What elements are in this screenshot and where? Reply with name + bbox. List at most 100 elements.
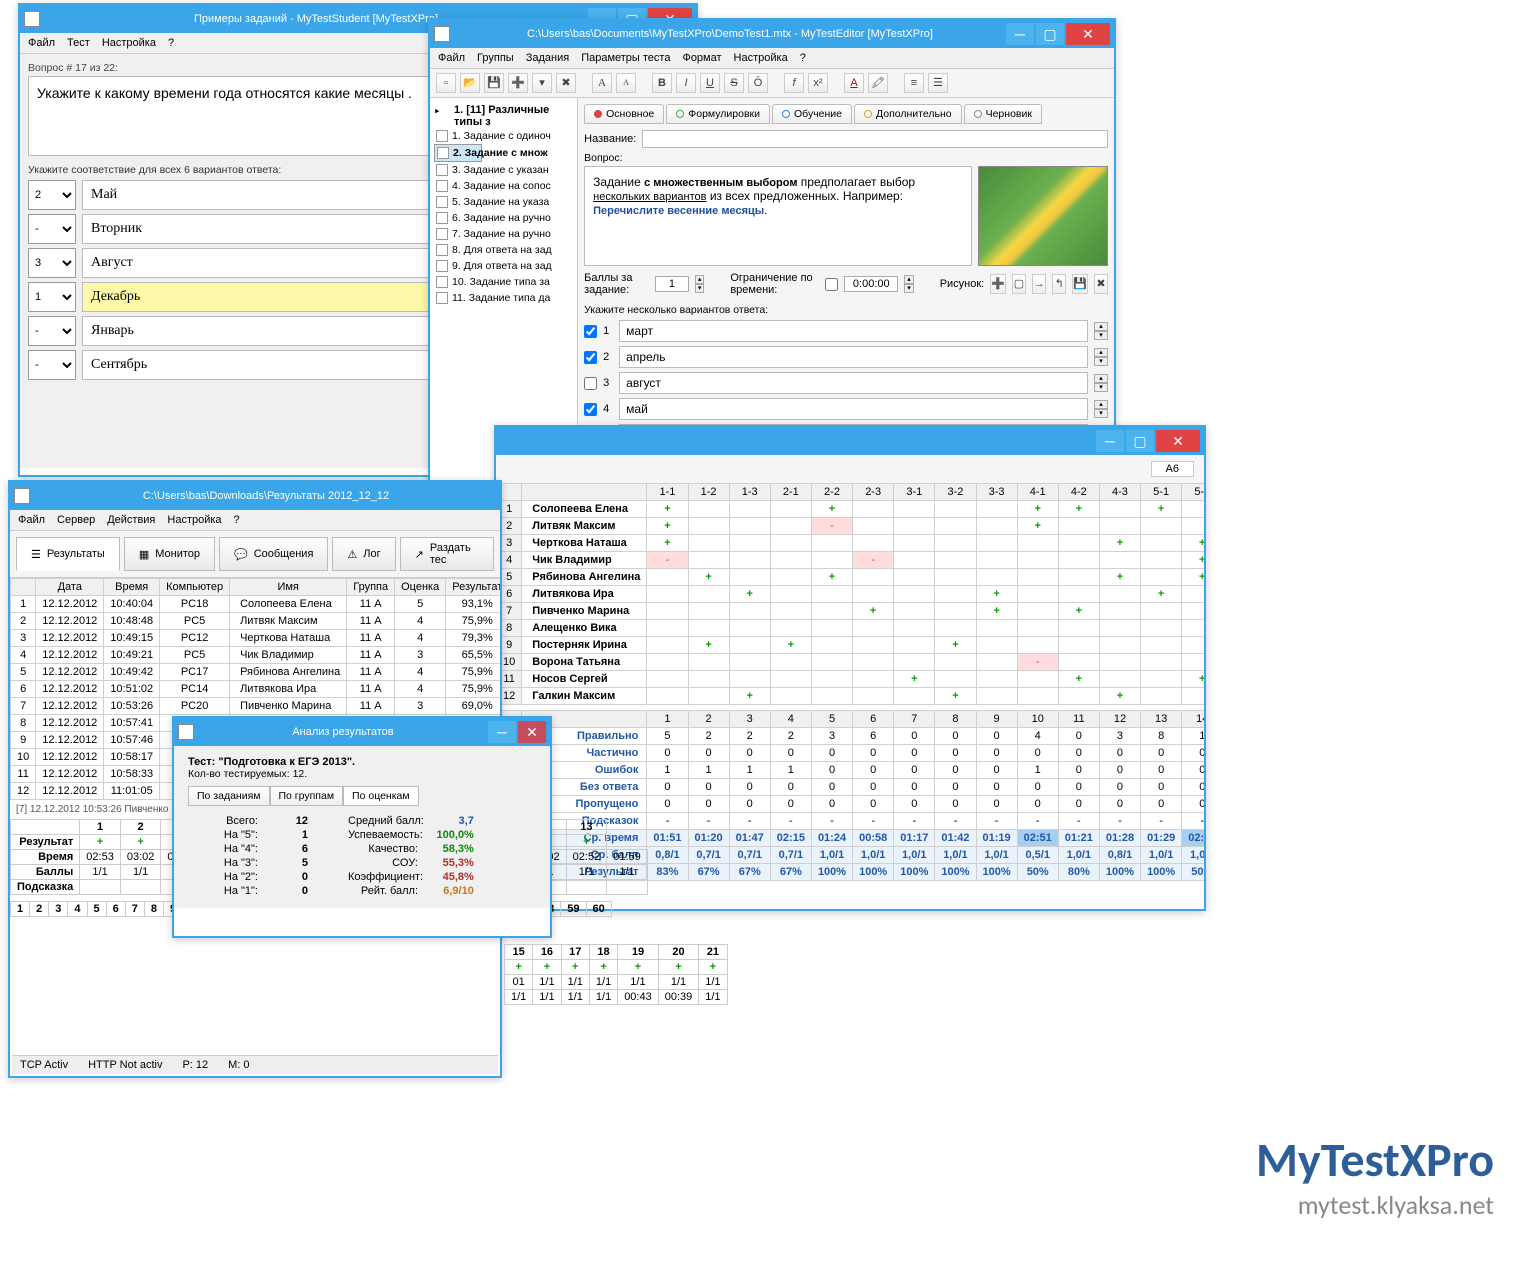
highlight-icon[interactable]: 🖍 [868, 73, 888, 93]
font-smaller-icon[interactable]: A [616, 73, 636, 93]
table-cell[interactable]: 10:57:46 [104, 732, 160, 749]
menu-item[interactable]: Настройка [102, 37, 156, 49]
menu-item[interactable]: Файл [438, 52, 465, 64]
table-cell[interactable]: 4 [11, 647, 36, 664]
spin-down-icon[interactable]: ▾ [1094, 409, 1108, 418]
table-cell[interactable]: PC5 [160, 613, 230, 630]
table-cell[interactable]: 12.12.2012 [36, 681, 104, 698]
editor-titlebar[interactable]: C:\Users\bas\Documents\MyTestXPro\DemoTe… [430, 20, 1114, 48]
answer-text[interactable]: август [619, 372, 1088, 394]
results-titlebar[interactable]: C:\Users\bas\Downloads\Результаты 2012_1… [10, 482, 500, 510]
underline-icon[interactable]: U [700, 73, 720, 93]
spin-up-icon[interactable]: ▴ [1094, 374, 1108, 383]
answer-text[interactable]: май [619, 398, 1088, 420]
table-cell[interactable]: 12.12.2012 [36, 630, 104, 647]
table-cell[interactable]: Литвякова Ира [230, 681, 347, 698]
close-button[interactable]: ✕ [518, 721, 546, 743]
table-cell[interactable]: 93,1% [446, 596, 500, 613]
answer-text[interactable]: март [619, 320, 1088, 342]
table-cell[interactable]: 75,9% [446, 681, 500, 698]
match-select[interactable]: 3 [28, 248, 76, 278]
analysis-subtab[interactable]: По заданиям [188, 786, 270, 806]
spin-down-icon[interactable]: ▾ [1094, 383, 1108, 392]
dropdown-icon[interactable]: ▾ [532, 73, 552, 93]
col-header[interactable]: Время [104, 579, 160, 596]
font-bigger-icon[interactable]: A [592, 73, 612, 93]
menu-item[interactable]: Тест [67, 37, 90, 49]
minimize-button[interactable]: ─ [488, 721, 516, 743]
table-cell[interactable]: 10:58:17 [104, 749, 160, 766]
table-cell[interactable]: 12.12.2012 [36, 698, 104, 715]
tree-item[interactable]: 2. Задание с множ [434, 144, 482, 162]
question-image[interactable] [978, 166, 1108, 266]
answer-checkbox[interactable] [584, 325, 597, 338]
table-cell[interactable]: 10:48:48 [104, 613, 160, 630]
tree-item[interactable]: 11. Задание типа да [434, 290, 573, 306]
tree-item[interactable]: 10. Задание типа за [434, 274, 573, 290]
match-select[interactable]: - [28, 214, 76, 244]
table-cell[interactable]: 3 [11, 630, 36, 647]
table-cell[interactable]: 4 [395, 630, 446, 647]
table-cell[interactable]: 7 [11, 698, 36, 715]
table-cell[interactable]: PC12 [160, 630, 230, 647]
minimize-button[interactable]: ─ [1006, 23, 1034, 45]
table-cell[interactable]: 5 [395, 596, 446, 613]
table-cell[interactable]: 5 [11, 664, 36, 681]
tree-item[interactable]: 4. Задание на сопос [434, 178, 573, 194]
overline-icon[interactable]: Ō [748, 73, 768, 93]
table-cell[interactable]: PC5 [160, 647, 230, 664]
superscript-icon[interactable]: x² [808, 73, 828, 93]
italic-icon[interactable]: I [676, 73, 696, 93]
close-button[interactable]: ✕ [1066, 23, 1110, 45]
table-cell[interactable]: Чик Владимир [230, 647, 347, 664]
menu-item[interactable]: Действия [107, 514, 155, 526]
table-cell[interactable]: 10:40:04 [104, 596, 160, 613]
table-cell[interactable]: 1 [11, 596, 36, 613]
tree-item[interactable]: 9. Для ответа на зад [434, 258, 573, 274]
spin-up-icon[interactable]: ▴ [1094, 322, 1108, 331]
table-cell[interactable]: 11 А [347, 647, 395, 664]
match-select[interactable]: - [28, 350, 76, 380]
table-cell[interactable]: 9 [11, 732, 36, 749]
match-select[interactable]: 2 [28, 180, 76, 210]
name-input[interactable] [642, 130, 1108, 148]
menu-item[interactable]: Настройка [734, 52, 788, 64]
pic-add-icon[interactable]: ➕ [990, 274, 1006, 294]
table-cell[interactable]: Солопеева Елена [230, 596, 347, 613]
table-cell[interactable]: 10:49:42 [104, 664, 160, 681]
table-cell[interactable]: Литвяк Максим [230, 613, 347, 630]
col-header[interactable]: Имя [230, 579, 347, 596]
list-number-icon[interactable]: ☰ [928, 73, 948, 93]
maximize-button[interactable]: ▢ [1036, 23, 1064, 45]
tree-item[interactable]: 5. Задание на указа [434, 194, 573, 210]
toolbar-button[interactable]: ☰Результаты [16, 537, 120, 571]
answer-checkbox[interactable] [584, 403, 597, 416]
menu-item[interactable]: ? [234, 514, 240, 526]
table-cell[interactable]: 12.12.2012 [36, 715, 104, 732]
analysis-subtab[interactable]: По оценкам [343, 786, 419, 806]
table-cell[interactable]: 4 [395, 681, 446, 698]
spin-up-icon[interactable]: ▴ [1094, 348, 1108, 357]
table-cell[interactable]: 4 [395, 613, 446, 630]
col-header[interactable]: Компьютер [160, 579, 230, 596]
col-header[interactable] [11, 579, 36, 596]
matrix-titlebar[interactable]: ─ ▢ ✕ [496, 427, 1204, 455]
table-cell[interactable]: 12.12.2012 [36, 732, 104, 749]
col-header[interactable]: Дата [36, 579, 104, 596]
table-cell[interactable]: 79,3% [446, 630, 500, 647]
table-cell[interactable]: 11 А [347, 596, 395, 613]
table-cell[interactable]: 11 А [347, 613, 395, 630]
delete-icon[interactable]: ✖ [556, 73, 576, 93]
table-cell[interactable]: 10:49:15 [104, 630, 160, 647]
close-button[interactable]: ✕ [1156, 430, 1200, 452]
table-cell[interactable]: 10:49:21 [104, 647, 160, 664]
col-header[interactable]: Оценка [395, 579, 446, 596]
answer-text[interactable]: апрель [619, 346, 1088, 368]
spin-up-icon[interactable]: ▴ [1094, 400, 1108, 409]
spin-down-icon[interactable]: ▾ [1094, 357, 1108, 366]
spin-up-icon[interactable]: ▴ [904, 275, 913, 284]
editor-tab[interactable]: Обучение [772, 104, 852, 124]
table-cell[interactable]: 3 [395, 698, 446, 715]
new-icon[interactable]: ▫ [436, 73, 456, 93]
table-cell[interactable]: 69,0% [446, 698, 500, 715]
